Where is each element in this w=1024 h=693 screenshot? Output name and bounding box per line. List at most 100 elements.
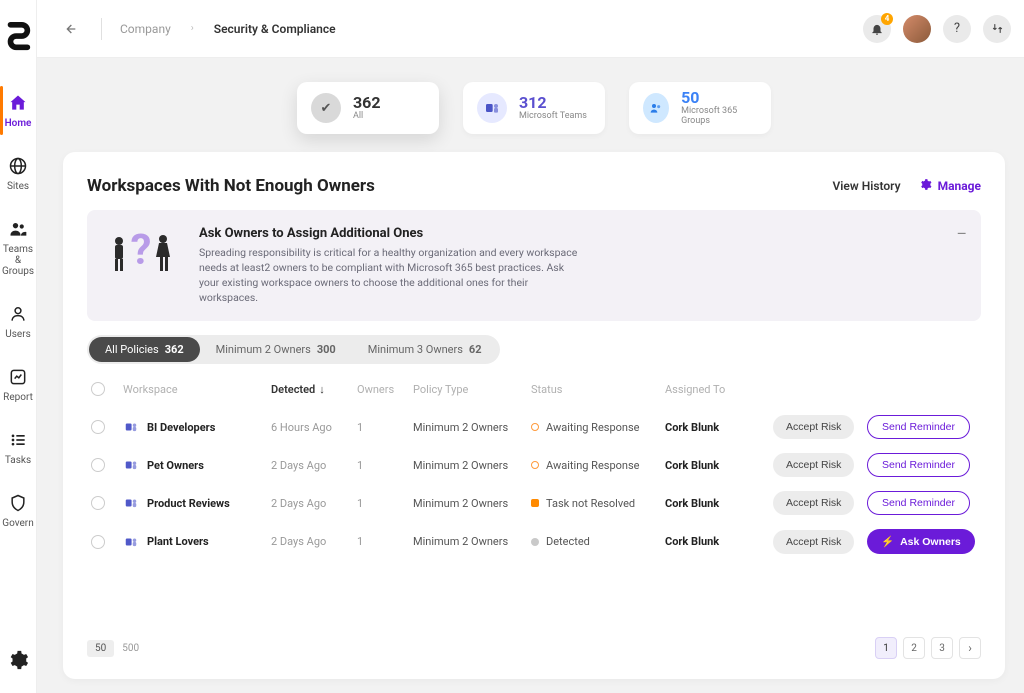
- sidebar-item-label: Tasks: [5, 455, 31, 466]
- status-label: Detected: [546, 535, 590, 548]
- send-reminder-button[interactable]: Send Reminder: [867, 453, 970, 477]
- report-icon: [7, 366, 29, 388]
- btn-label: Ask Owners: [900, 536, 961, 548]
- page-button[interactable]: 1: [875, 637, 897, 659]
- page-size-total: 500: [122, 643, 139, 654]
- detected-cell: 2 Days Ago: [271, 459, 349, 472]
- lightning-icon: ⚡: [881, 535, 894, 548]
- detected-cell: 2 Days Ago: [271, 535, 349, 548]
- sidebar-item-govern[interactable]: Govern: [0, 490, 36, 531]
- workspace-table: Workspace Detected↓ Owners Policy Type S…: [87, 382, 981, 561]
- status-indicator-icon: [531, 499, 539, 507]
- breadcrumb-current: Security & Compliance: [214, 22, 336, 36]
- row-checkbox[interactable]: [91, 496, 105, 510]
- sidebar-item-label: Sites: [7, 181, 29, 192]
- next-page-button[interactable]: ›: [959, 637, 981, 659]
- info-body: Spreading responsibility is critical for…: [199, 245, 579, 305]
- table-row: Pet Owners 2 Days Ago 1 Minimum 2 Owners…: [87, 446, 981, 484]
- teams-icon: [123, 534, 139, 550]
- row-checkbox[interactable]: [91, 458, 105, 472]
- assigned-cell: Cork Blunk: [665, 421, 765, 434]
- pill-min3[interactable]: Minimum 3 Owners 62: [352, 337, 498, 362]
- transfer-button[interactable]: [983, 15, 1011, 43]
- workspace-label: Product Reviews: [147, 497, 230, 510]
- stat-label: All: [353, 111, 381, 121]
- status-cell: Task not Resolved: [531, 497, 657, 510]
- settings-button[interactable]: [7, 649, 29, 675]
- left-rail: Home Sites Teams & Groups Users Report T…: [0, 0, 37, 693]
- owners-cell: 1: [357, 421, 405, 434]
- table-row: Product Reviews 2 Days Ago 1 Minimum 2 O…: [87, 484, 981, 522]
- accept-risk-button[interactable]: Accept Risk: [773, 491, 854, 515]
- stats-row: ✔ 362 All 312 Microsoft Teams 50 Microso…: [37, 58, 1024, 152]
- status-label: Awaiting Response: [546, 421, 640, 434]
- status-indicator-icon: [531, 538, 539, 546]
- manage-label: Manage: [938, 179, 981, 193]
- col-owners[interactable]: Owners: [357, 383, 405, 396]
- view-history-link[interactable]: View History: [833, 179, 901, 193]
- send-reminder-button[interactable]: Send Reminder: [867, 415, 970, 439]
- workspace-label: BI Developers: [147, 421, 215, 434]
- back-button[interactable]: [57, 16, 83, 42]
- sidebar-item-teams[interactable]: Teams & Groups: [0, 216, 36, 279]
- workspace-name[interactable]: BI Developers: [123, 419, 263, 435]
- collapse-button[interactable]: –: [957, 224, 968, 243]
- sidebar-item-tasks[interactable]: Tasks: [0, 427, 36, 468]
- col-status[interactable]: Status: [531, 383, 657, 396]
- owners-cell: 1: [357, 497, 405, 510]
- stat-card-all[interactable]: ✔ 362 All: [297, 82, 439, 134]
- table-header: Workspace Detected↓ Owners Policy Type S…: [87, 382, 981, 408]
- stat-card-groups[interactable]: 50 Microsoft 365 Groups: [629, 82, 771, 134]
- main-panel: Workspaces With Not Enough Owners View H…: [63, 152, 1005, 679]
- workspace-name[interactable]: Plant Lovers: [123, 534, 263, 550]
- col-assigned[interactable]: Assigned To: [665, 383, 765, 396]
- globe-icon: [7, 155, 29, 177]
- pill-all-policies[interactable]: All Policies 362: [89, 337, 200, 362]
- status-cell: Detected: [531, 535, 657, 548]
- stat-card-teams[interactable]: 312 Microsoft Teams: [463, 82, 605, 134]
- col-detected[interactable]: Detected↓: [271, 383, 349, 396]
- status-label: Task not Resolved: [546, 497, 635, 510]
- sidebar-item-users[interactable]: Users: [0, 301, 36, 342]
- pill-count: 62: [469, 343, 482, 356]
- workspace-label: Pet Owners: [147, 459, 204, 472]
- policy-cell: Minimum 2 Owners: [413, 535, 523, 548]
- assigned-cell: Cork Blunk: [665, 459, 765, 472]
- tasks-icon: [7, 429, 29, 451]
- col-policy[interactable]: Policy Type: [413, 383, 523, 396]
- workspace-label: Plant Lovers: [147, 535, 209, 548]
- select-all-checkbox[interactable]: [91, 382, 105, 396]
- accept-risk-button[interactable]: Accept Risk: [773, 530, 854, 554]
- divider: [101, 18, 102, 40]
- user-avatar[interactable]: [903, 15, 931, 43]
- page-button[interactable]: 3: [931, 637, 953, 659]
- page-size-current: 50: [87, 640, 114, 657]
- accept-risk-button[interactable]: Accept Risk: [773, 415, 854, 439]
- ask-owners-button[interactable]: ⚡ Ask Owners: [867, 529, 975, 554]
- user-icon: [7, 303, 29, 325]
- pill-min2[interactable]: Minimum 2 Owners 300: [200, 337, 352, 362]
- breadcrumb-root[interactable]: Company: [120, 22, 171, 36]
- manage-button[interactable]: Manage: [919, 178, 981, 194]
- page-size[interactable]: 50 500: [87, 640, 139, 657]
- sidebar-item-home[interactable]: Home: [0, 90, 36, 131]
- status-cell: Awaiting Response: [531, 459, 657, 472]
- help-button[interactable]: ?: [943, 15, 971, 43]
- sidebar-item-report[interactable]: Report: [0, 364, 36, 405]
- pill-count: 362: [165, 343, 184, 356]
- sidebar-item-label: Govern: [2, 518, 33, 529]
- home-icon: [7, 92, 29, 114]
- workspace-name[interactable]: Product Reviews: [123, 495, 263, 511]
- shield-icon: [7, 492, 29, 514]
- row-checkbox[interactable]: [91, 420, 105, 434]
- send-reminder-button[interactable]: Send Reminder: [867, 491, 970, 515]
- app-logo: [0, 18, 36, 54]
- question-illustration-icon: ?: [105, 226, 177, 282]
- accept-risk-button[interactable]: Accept Risk: [773, 453, 854, 477]
- col-workspace[interactable]: Workspace: [123, 383, 263, 396]
- notifications-button[interactable]: 4: [863, 15, 891, 43]
- sidebar-item-sites[interactable]: Sites: [0, 153, 36, 194]
- row-checkbox[interactable]: [91, 535, 105, 549]
- workspace-name[interactable]: Pet Owners: [123, 457, 263, 473]
- page-button[interactable]: 2: [903, 637, 925, 659]
